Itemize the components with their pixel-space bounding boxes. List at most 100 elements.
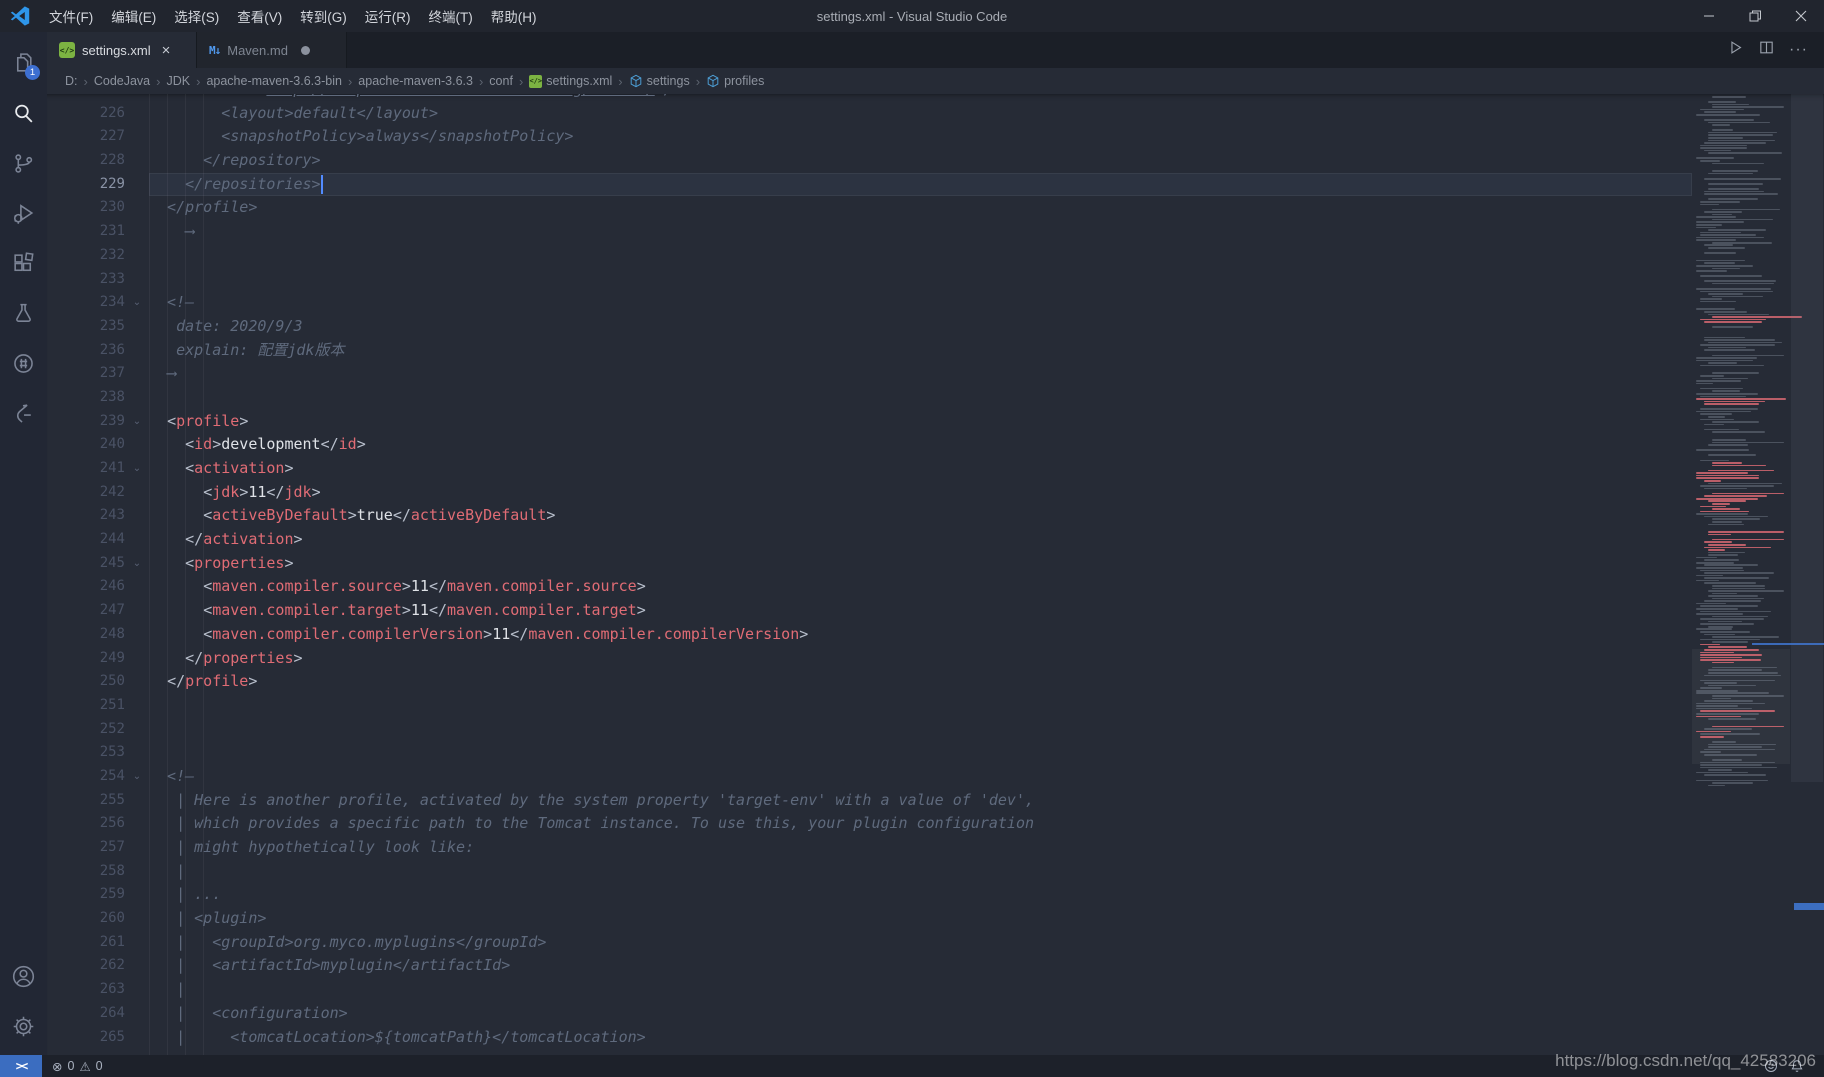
code-line[interactable]: 263 | [47,978,1692,1002]
problems-indicator[interactable]: ⊗ 0 ⚠ 0 [42,1059,113,1074]
line-number[interactable]: 244 [47,528,125,552]
code-line[interactable]: 241⌄ <activation> [47,457,1692,481]
code-line[interactable]: 226 <layout>default</layout> [47,102,1692,126]
breadcrumb-item[interactable]: conf [489,74,513,88]
menu-item[interactable]: 终端(T) [420,0,482,32]
fold-icon[interactable]: ⌄ [125,291,149,315]
menu-item[interactable]: 文件(F) [40,0,102,32]
close-icon[interactable] [1778,0,1824,32]
tab-close-icon[interactable]: × [162,42,171,59]
fold-icon[interactable]: ⌄ [125,765,149,789]
line-number[interactable]: 258 [47,860,125,884]
hook-arrow-icon[interactable] [0,388,47,438]
code-line[interactable]: 256 | which provides a specific path to … [47,812,1692,836]
line-number[interactable]: 250 [47,670,125,694]
fold-icon[interactable]: ⌄ [125,410,149,434]
line-number[interactable]: 251 [47,694,125,718]
line-number[interactable]: 243 [47,504,125,528]
line-number[interactable]: 257 [47,836,125,860]
code-line[interactable]: 243 <activeByDefault>true</activeByDefau… [47,504,1692,528]
code-line[interactable]: 265 | <tomcatLocation>${tomcatPath}</tom… [47,1026,1692,1050]
code-line[interactable]: 258 | [47,860,1692,884]
line-number[interactable]: 234 [47,291,125,315]
line-number[interactable]: 253 [47,741,125,765]
code-line[interactable]: 245⌄ <properties> [47,552,1692,576]
code-line[interactable]: 239⌄ <profile> [47,410,1692,434]
code-line[interactable]: 250 </profile> [47,670,1692,694]
breadcrumb-item[interactable]: JDK [166,74,190,88]
line-number[interactable]: 238 [47,386,125,410]
breadcrumb-item[interactable]: profiles [706,74,764,88]
code-line[interactable]: 225 <url>http://snapshots.maven.codehaus… [47,94,1692,102]
breadcrumb-item[interactable]: </>settings.xml [529,74,612,88]
code-line[interactable]: 235 date: 2020/9/3 [47,315,1692,339]
menu-item[interactable]: 查看(V) [228,0,291,32]
code-line[interactable]: 234⌄ <!— [47,291,1692,315]
code-line[interactable]: 261 | <groupId>org.myco.myplugins</group… [47,931,1692,955]
code-line[interactable]: 253 [47,741,1692,765]
code-line[interactable]: 240 <id>development</id> [47,433,1692,457]
menu-item[interactable]: 编辑(E) [102,0,165,32]
line-number[interactable]: 240 [47,433,125,457]
code-line[interactable]: 264 | <configuration> [47,1002,1692,1026]
line-number[interactable]: 239 [47,410,125,434]
line-number[interactable]: 248 [47,623,125,647]
code-line[interactable]: 232 [47,244,1692,268]
code-line[interactable]: 246 <maven.compiler.source>11</maven.com… [47,575,1692,599]
menu-item[interactable]: 转到(G) [291,0,356,32]
tab-settings.xml[interactable]: </>settings.xml× [47,32,197,68]
line-number[interactable]: 259 [47,883,125,907]
code-line[interactable]: 248 <maven.compiler.compilerVersion>11</… [47,623,1692,647]
line-number[interactable]: 235 [47,315,125,339]
tab-Maven.md[interactable]: M↓Maven.md [197,32,347,68]
code-line[interactable]: 236 explain: 配置jdk版本 [47,339,1692,363]
code-line[interactable]: 252 [47,718,1692,742]
line-number[interactable]: 233 [47,268,125,292]
code-line[interactable]: 227 <snapshotPolicy>always</snapshotPoli… [47,125,1692,149]
code-line[interactable]: 233 [47,268,1692,292]
scrollbar[interactable] [1790,94,1824,1055]
line-number[interactable]: 260 [47,907,125,931]
line-number[interactable]: 247 [47,599,125,623]
line-number[interactable]: 225 [47,94,125,102]
code-line[interactable]: 257 | might hypothetically look like: [47,836,1692,860]
more-actions-icon[interactable]: ··· [1789,41,1808,59]
breadcrumb-item[interactable]: D: [65,74,78,88]
breadcrumb-item[interactable]: settings [629,74,690,88]
code-line[interactable]: 238 [47,386,1692,410]
code-line[interactable]: 237 ⟶ [47,362,1692,386]
line-number[interactable]: 245 [47,552,125,576]
line-number[interactable]: 264 [47,1002,125,1026]
source-control-icon[interactable] [0,138,47,188]
code-line[interactable]: 229 </repositories> [47,173,1692,197]
code-line[interactable]: 230 </profile> [47,196,1692,220]
line-number[interactable]: 254 [47,765,125,789]
code-line[interactable]: 247 <maven.compiler.target>11</maven.com… [47,599,1692,623]
fold-icon[interactable]: ⌄ [125,457,149,481]
line-number[interactable]: 265 [47,1026,125,1050]
code-line[interactable]: 228 </repository> [47,149,1692,173]
currency-circle-icon[interactable] [0,338,47,388]
line-number[interactable]: 231 [47,220,125,244]
code-line[interactable]: 231 ⟶ [47,220,1692,244]
line-number[interactable]: 237 [47,362,125,386]
run-debug-icon[interactable] [0,188,47,238]
breadcrumb-item[interactable]: CodeJava [94,74,150,88]
line-number[interactable]: 229 [47,173,125,197]
breadcrumb-item[interactable]: apache-maven-3.6.3 [358,74,473,88]
line-number[interactable]: 232 [47,244,125,268]
restore-icon[interactable] [1732,0,1778,32]
feedback-icon[interactable] [1758,1059,1784,1073]
line-number[interactable]: 246 [47,575,125,599]
code-line[interactable]: 255 | Here is another profile, activated… [47,789,1692,813]
menu-item[interactable]: 运行(R) [356,0,420,32]
settings-gear-icon[interactable] [0,1001,47,1051]
account-icon[interactable] [0,951,47,1001]
code-line[interactable]: 262 | <artifactId>myplugin</artifactId> [47,954,1692,978]
menu-item[interactable]: 选择(S) [165,0,228,32]
notifications-bell-icon[interactable] [1784,1059,1810,1073]
code-line[interactable]: 254⌄ <!— [47,765,1692,789]
explorer-icon[interactable]: 1 [0,38,47,88]
line-number[interactable]: 252 [47,718,125,742]
line-number[interactable]: 228 [47,149,125,173]
